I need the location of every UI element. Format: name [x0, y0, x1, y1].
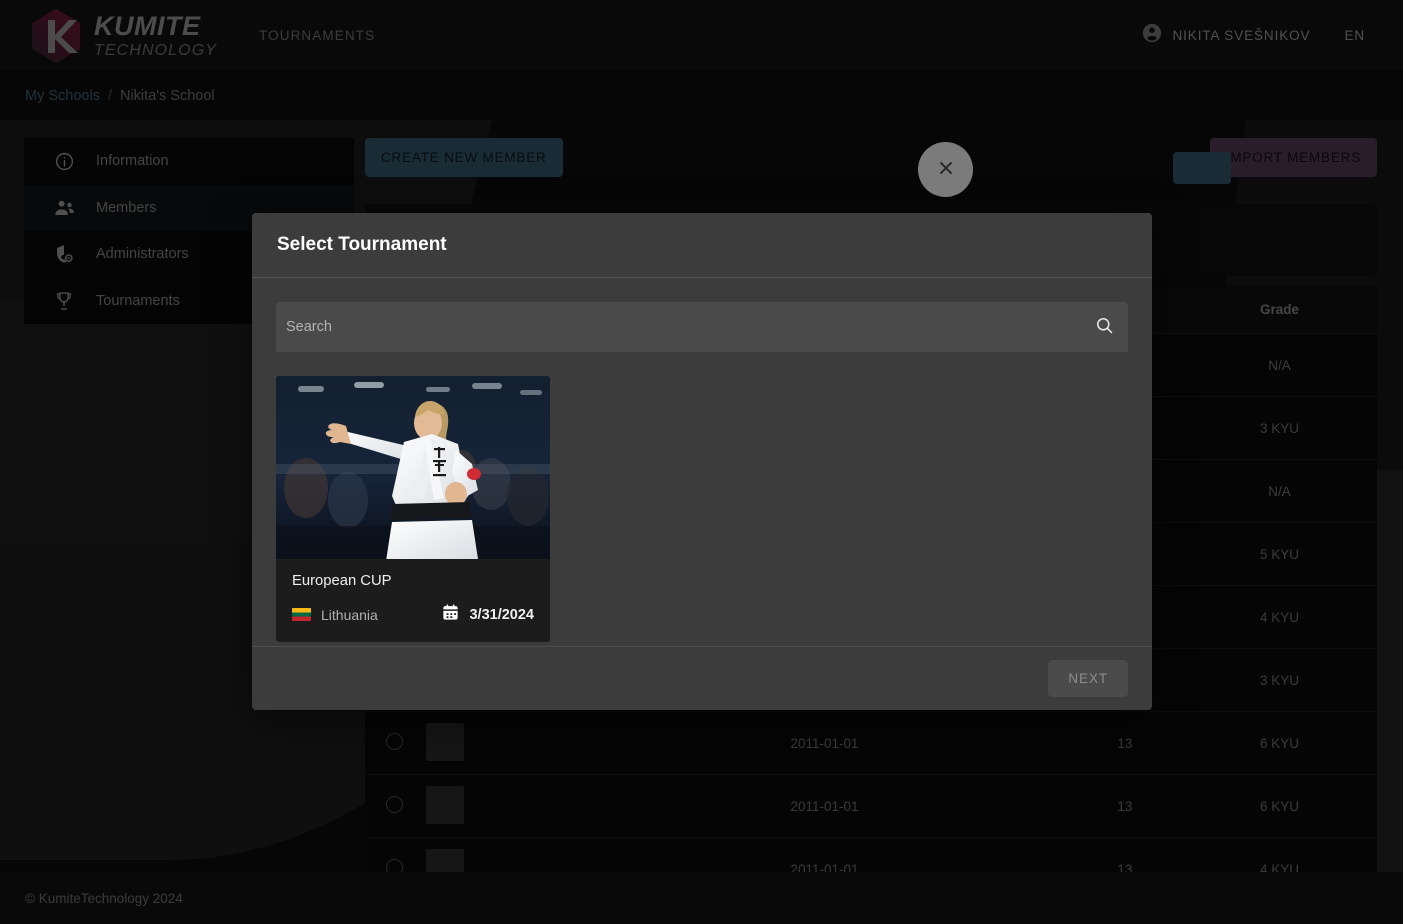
tournament-info: European CUP Lithuania	[276, 559, 550, 642]
modal-title: Select Tournament	[277, 234, 447, 256]
tournament-country-label: Lithuania	[321, 607, 378, 623]
calendar-icon	[441, 603, 460, 626]
tournament-meta: Lithuania 3/31/2024	[292, 603, 534, 626]
tournament-name: European CUP	[292, 573, 534, 589]
tournament-search-field[interactable]	[276, 302, 1128, 352]
tournament-image	[276, 376, 550, 559]
tournament-list: European CUP Lithuania	[276, 376, 1128, 642]
tournament-card[interactable]: European CUP Lithuania	[276, 376, 550, 642]
next-button[interactable]: NEXT	[1048, 660, 1128, 697]
modal-close-button[interactable]	[918, 142, 973, 197]
close-icon	[935, 157, 957, 182]
search-input[interactable]	[276, 319, 1080, 335]
search-icon	[1094, 315, 1115, 339]
tournament-country: Lithuania	[292, 607, 378, 623]
modal-body: European CUP Lithuania	[252, 278, 1152, 666]
select-tournament-modal: Select Tournament	[252, 213, 1152, 710]
lithuania-flag-icon	[292, 608, 311, 621]
tournament-date: 3/31/2024	[441, 603, 534, 626]
app-root: KUMITE TECHNOLOGY TOURNAMENTS NIKITA SVE…	[0, 0, 1403, 924]
modal-footer: NEXT	[252, 646, 1152, 710]
tournament-date-label: 3/31/2024	[469, 607, 534, 623]
search-submit-button[interactable]	[1080, 302, 1128, 352]
modal-header: Select Tournament	[252, 213, 1152, 278]
